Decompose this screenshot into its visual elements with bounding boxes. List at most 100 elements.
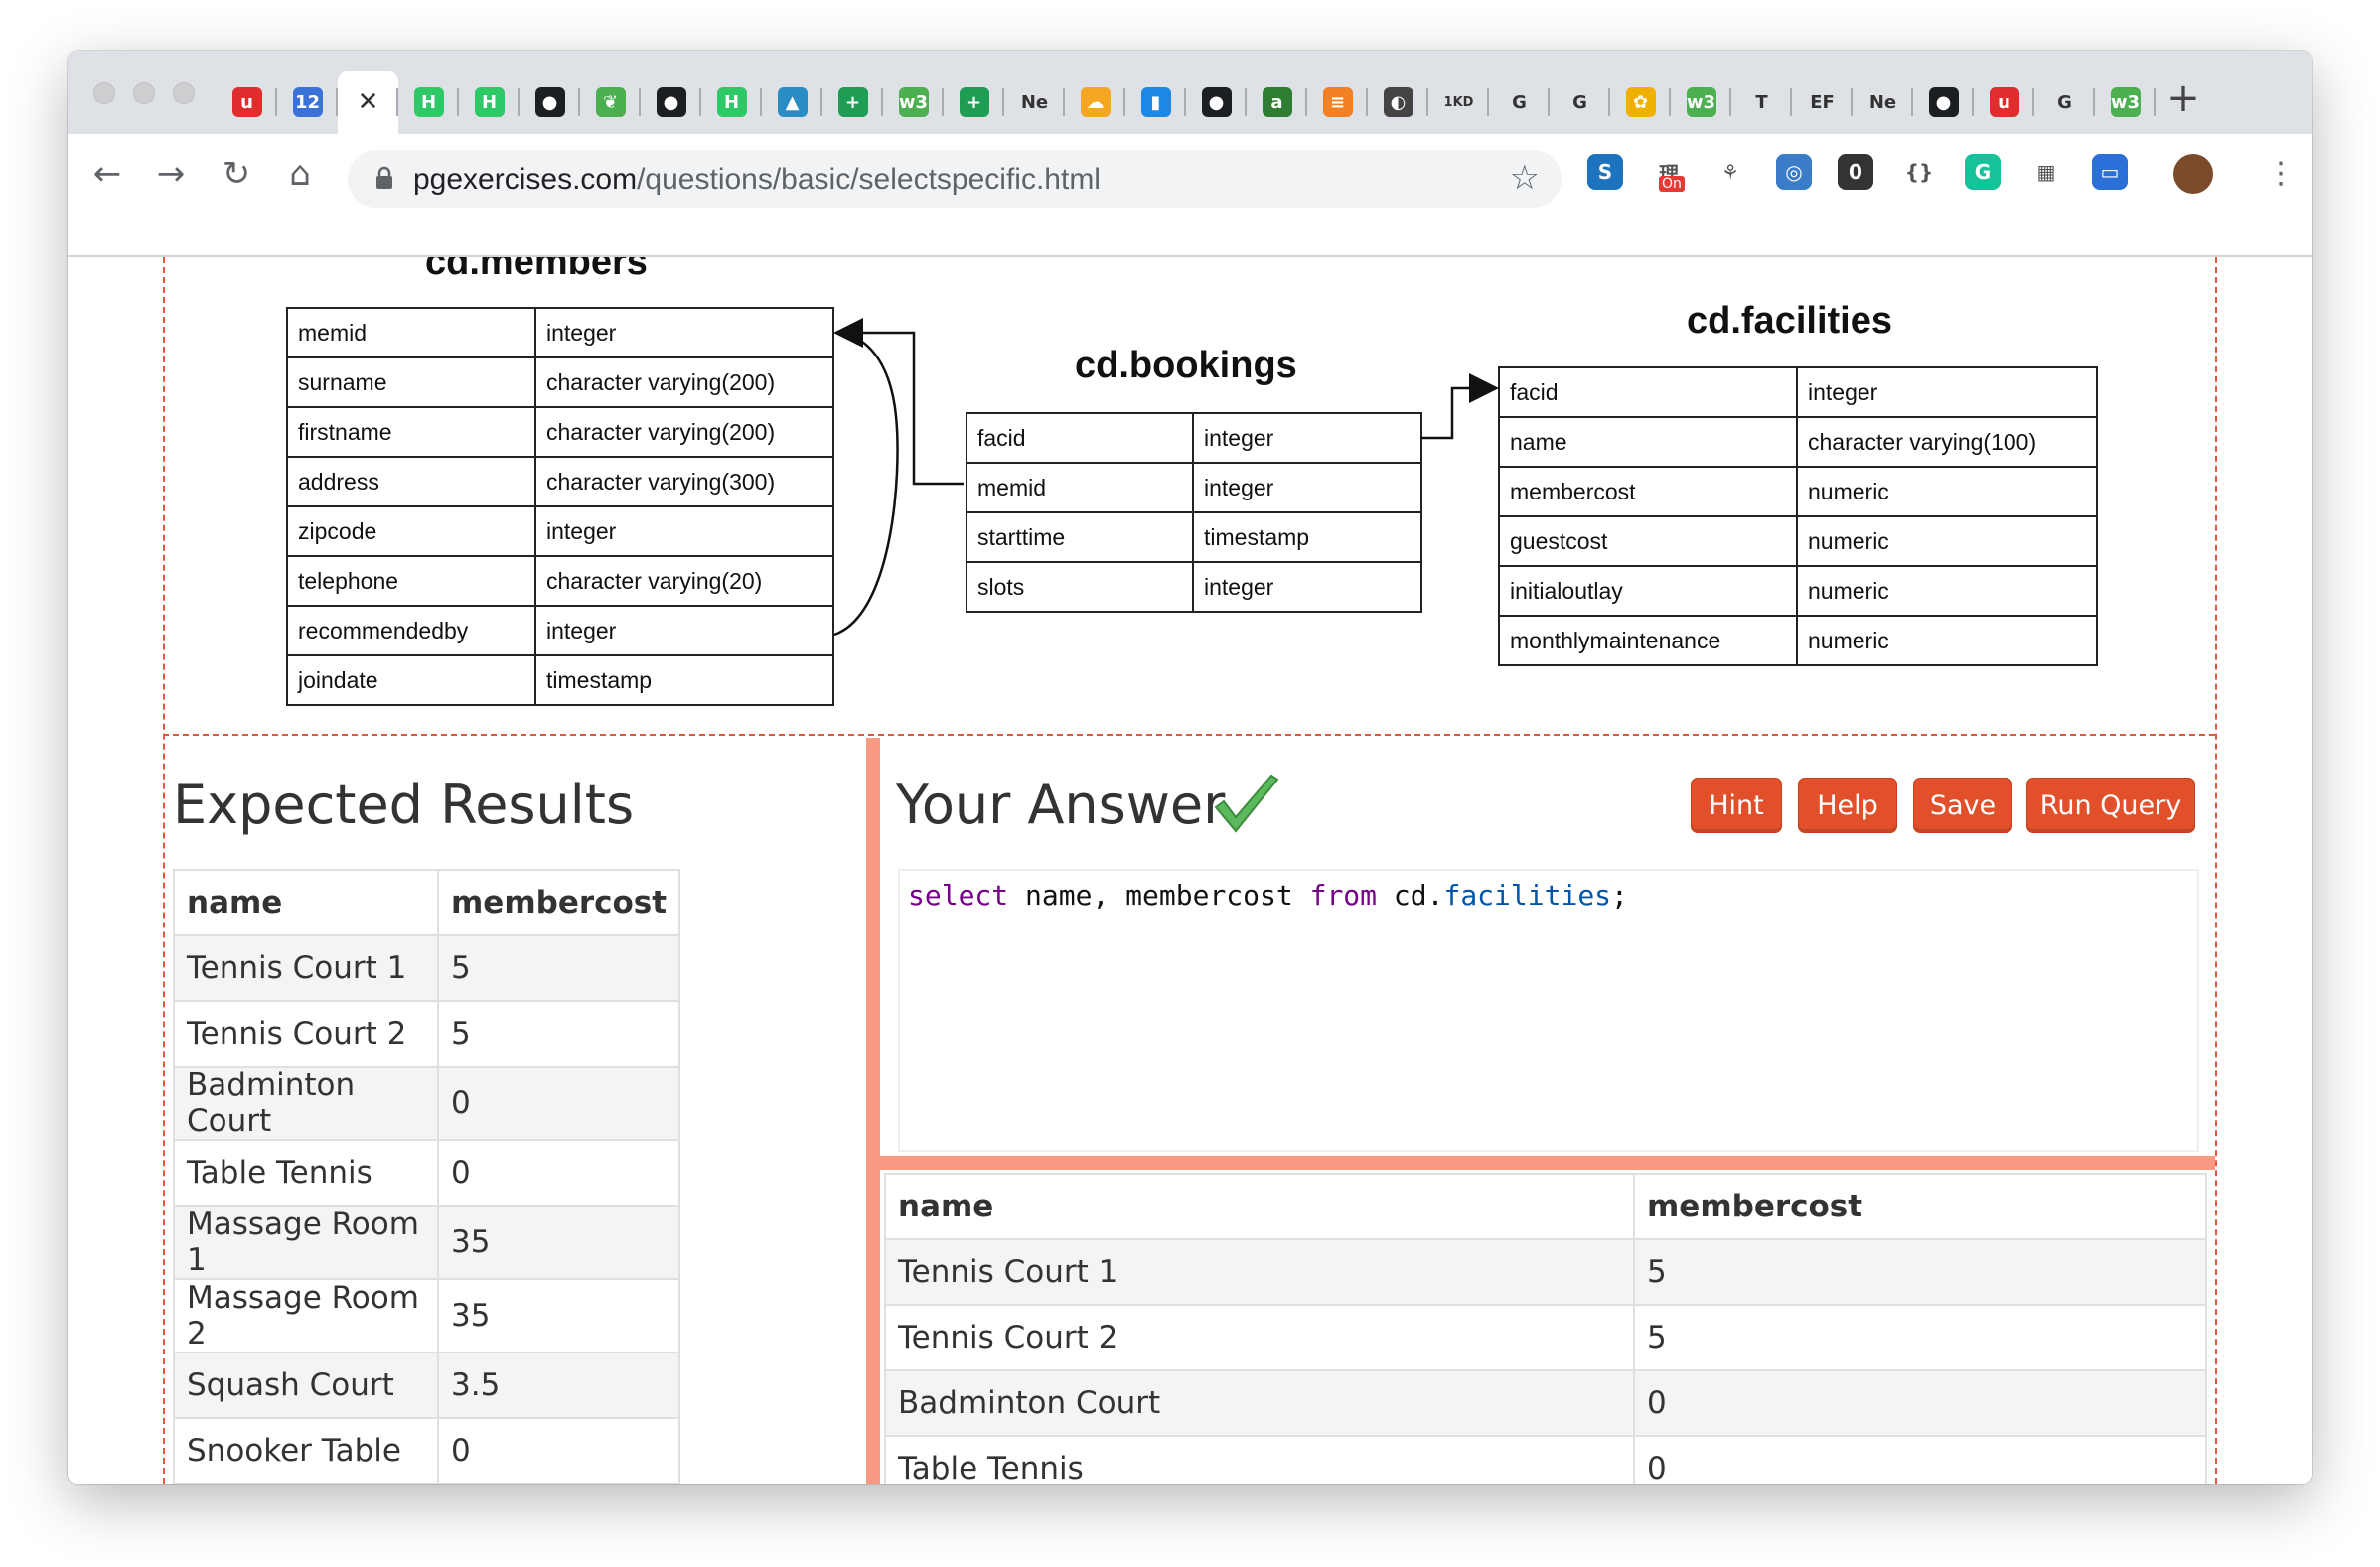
calendar-icon: 12 [292, 87, 323, 117]
table-cell: Tennis Court 1 [884, 1238, 1635, 1306]
github-icon: ● [656, 87, 686, 117]
tab-separator [2154, 88, 2156, 116]
table-row: Badminton Court 0 [173, 1066, 681, 1141]
globe-icon: ◐ [1383, 87, 1413, 117]
browser-tab[interactable]: ✿ [1610, 71, 1671, 134]
table-row: Tennis Court 25 [884, 1304, 2207, 1371]
stackoverflow-icon: ≡ [1322, 87, 1353, 117]
sql-keyword-from: from [1309, 879, 1378, 912]
card-extension-icon[interactable]: ▭ [2092, 154, 2128, 190]
github-icon: ● [534, 87, 565, 117]
browser-tab[interactable]: ● [1913, 71, 1974, 134]
horizontal-splitter[interactable] [880, 1156, 2215, 1170]
color-wheel-icon: ✿ [1625, 87, 1656, 117]
browser-tab[interactable]: 1KD [1428, 71, 1489, 134]
browser-tab[interactable]: H [398, 71, 459, 134]
save-button[interactable]: Save [1913, 778, 2012, 833]
back-icon[interactable]: ← [85, 152, 129, 196]
help-button[interactable]: Help [1798, 778, 1897, 833]
browser-tab[interactable]: + [944, 71, 1004, 134]
window-zoom-button[interactable] [173, 82, 195, 104]
w3-icon: w3 [898, 87, 929, 117]
browser-tab[interactable]: ◐ [1368, 71, 1428, 134]
bookmark-star-icon[interactable]: ☆ [1510, 158, 1540, 198]
browser-tab[interactable]: 12 [277, 71, 338, 134]
browser-tab[interactable]: G [2034, 71, 2095, 134]
s-extension-icon[interactable]: S [1587, 154, 1623, 190]
home-icon[interactable]: ⌂ [278, 152, 322, 196]
vertical-splitter[interactable] [866, 738, 880, 1484]
table-cell: Tennis Court 1 [173, 934, 439, 1002]
browser-tab[interactable]: w3 [883, 71, 944, 134]
extension-label: S [1597, 160, 1613, 184]
browser-tab[interactable]: ✕ [338, 71, 398, 134]
dictionary-extension-icon[interactable]: 理 On [1651, 154, 1687, 192]
window-minimize-button[interactable] [133, 82, 155, 104]
google-icon: G [1572, 91, 1587, 113]
browser-tab[interactable]: w3 [1671, 71, 1731, 134]
bookings-facid-connector [1420, 373, 1499, 440]
browser-tab[interactable]: G [1550, 71, 1610, 134]
table-cell: Table Tennis [884, 1435, 1635, 1484]
table-cell: 0 [436, 1066, 681, 1141]
browser-tab[interactable]: ≡ [1307, 71, 1368, 134]
table-cell: 0 [436, 1139, 681, 1207]
browser-tab[interactable]: Ne [1004, 71, 1065, 134]
github-icon: ● [1928, 87, 1959, 117]
run-query-button[interactable]: Run Query [2026, 778, 2195, 833]
extension-label: ▦ [2036, 160, 2056, 184]
browser-tab[interactable]: H [459, 71, 520, 134]
browser-tab[interactable]: EF [1792, 71, 1853, 134]
window-close-button[interactable] [93, 82, 115, 104]
table-row: Massage Room 2 35 [173, 1278, 681, 1353]
browser-tab[interactable]: u [1974, 71, 2034, 134]
browser-tab[interactable]: H [701, 71, 762, 134]
json-extension-icon[interactable]: {} [1901, 154, 1937, 190]
sql-terminator: ; [1611, 879, 1628, 912]
table-cell: Badminton Court [884, 1369, 1635, 1437]
w3-icon: w3 [1686, 87, 1716, 117]
sql-query[interactable]: select name, membercost from cd.faciliti… [908, 879, 1628, 912]
menu-kebab-icon[interactable]: ⋮ [2259, 152, 2303, 196]
google-icon: G [1512, 91, 1527, 113]
sql-editor[interactable]: select name, membercost from cd.faciliti… [898, 869, 2199, 1152]
extension-label: ⚘ [1721, 160, 1739, 184]
browser-tab[interactable]: ☁ [1065, 71, 1125, 134]
new-tab-button[interactable]: + [2165, 78, 2201, 118]
browser-tab[interactable]: Ne [1853, 71, 1913, 134]
browser-tab[interactable]: u [217, 71, 277, 134]
opera-extension-icon[interactable]: ◎ [1776, 154, 1812, 190]
extension-badge: On [1659, 176, 1685, 192]
extension-label: {} [1904, 160, 1934, 184]
github-icon: ● [1201, 87, 1232, 117]
browser-tab[interactable]: T [1731, 71, 1792, 134]
profile-avatar[interactable] [2173, 154, 2213, 194]
zero-extension-icon[interactable]: 0 [1838, 154, 1873, 190]
hackerrank-icon: H [413, 87, 444, 117]
browser-tab[interactable]: + [822, 71, 883, 134]
table-cell: 35 [436, 1205, 681, 1280]
browser-tab[interactable]: G [1489, 71, 1550, 134]
browser-tab[interactable]: ▮ [1125, 71, 1186, 134]
table-cell: 0 [1633, 1369, 2207, 1437]
hint-button[interactable]: Hint [1691, 778, 1782, 833]
browser-tab[interactable]: ● [641, 71, 701, 134]
browser-tab[interactable]: ● [520, 71, 580, 134]
grid-extension-icon[interactable]: ▦ [2028, 154, 2064, 190]
table-row: Badminton Court 0 [884, 1369, 2207, 1437]
forward-icon[interactable]: → [149, 152, 193, 196]
browser-tab[interactable]: w3 [2095, 71, 2156, 134]
browser-tab[interactable]: ● [1186, 71, 1247, 134]
table-row: Tennis Court 15 [884, 1238, 2207, 1306]
browser-tab[interactable]: a [1247, 71, 1307, 134]
1kd-icon: 1KD [1443, 94, 1474, 110]
browser-tab[interactable]: ❦ [580, 71, 641, 134]
reload-icon[interactable]: ↻ [215, 152, 258, 196]
address-bar[interactable]: pgexercises.com/questions/basic/selectsp… [348, 150, 1562, 208]
table-row: Squash Court 3.5 [173, 1352, 681, 1419]
tree-extension-icon[interactable]: ⚘ [1712, 154, 1748, 190]
browser-tab[interactable]: ▲ [762, 71, 822, 134]
grammarly-icon[interactable]: G [1965, 154, 2001, 190]
table-cell: 3.5 [436, 1352, 681, 1419]
extension-label: ▭ [2100, 160, 2120, 184]
